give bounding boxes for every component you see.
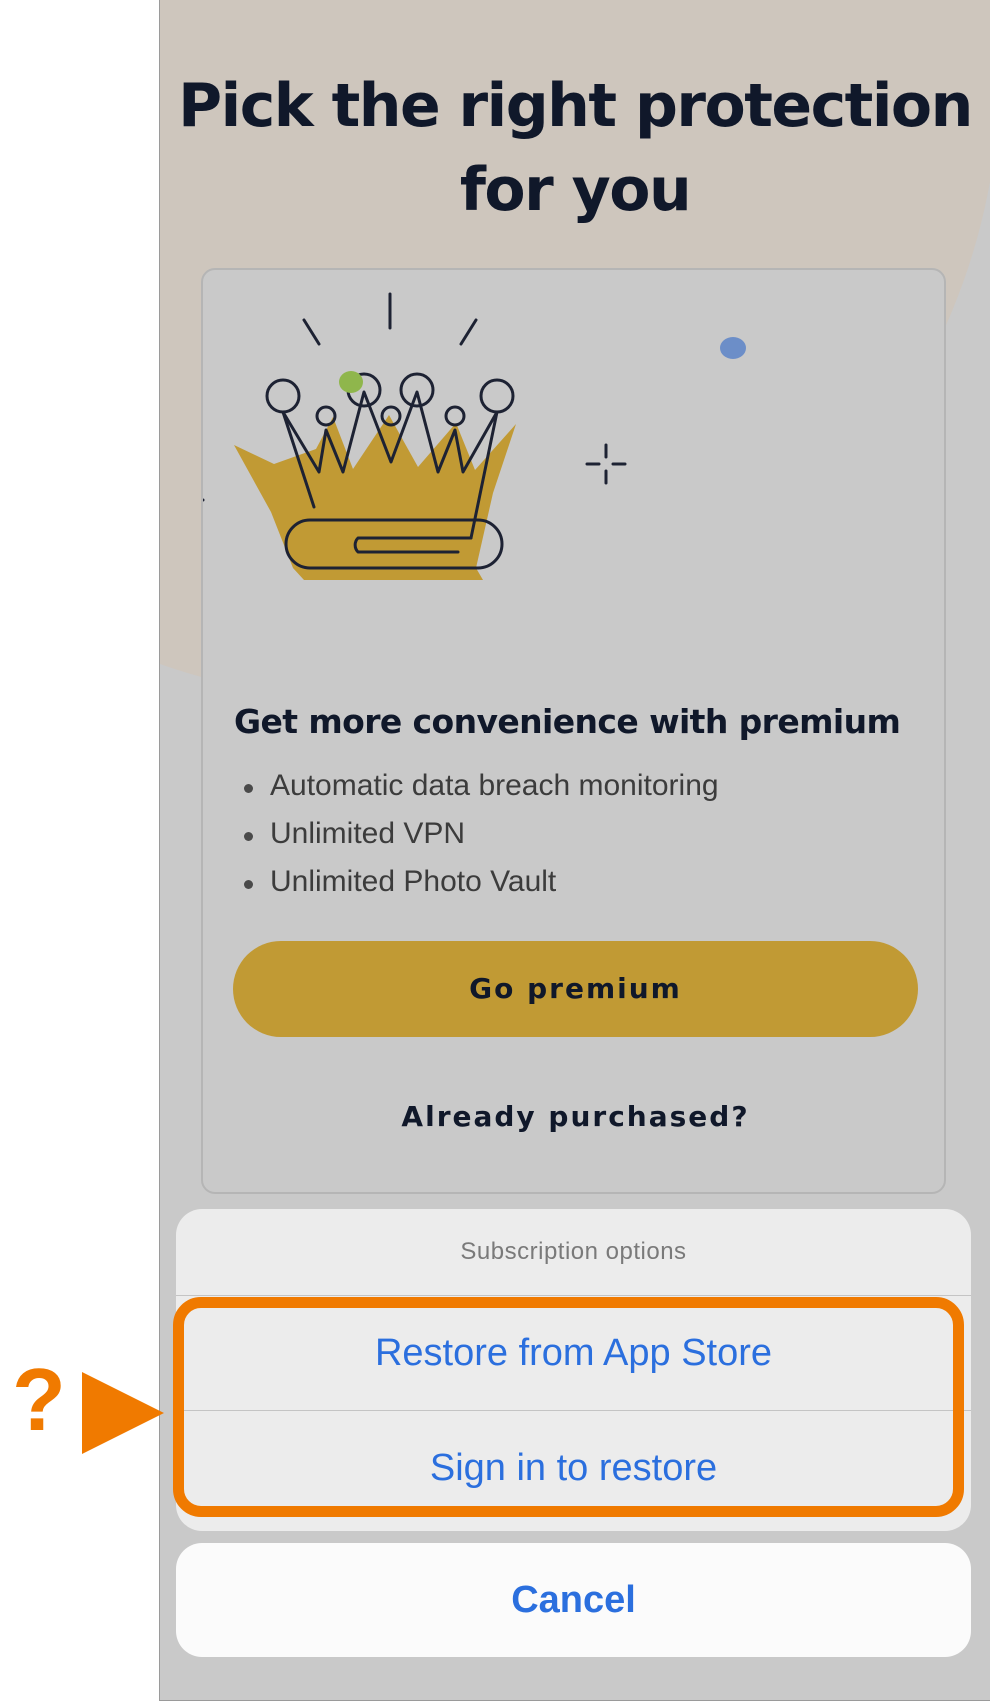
arrow-right-icon	[82, 1372, 164, 1454]
premium-card: Get more convenience with premium Automa…	[201, 268, 946, 1194]
page-title: Pick the right protection for you	[160, 64, 990, 232]
crown-icon	[203, 292, 746, 580]
page-title-line-1: Pick the right protection	[178, 71, 973, 141]
feature-item: Automatic data breach monitoring	[234, 762, 719, 810]
feature-item: Unlimited VPN	[234, 810, 719, 858]
go-premium-button[interactable]: Go premium	[233, 941, 918, 1037]
card-title: Get more convenience with premium	[234, 702, 901, 741]
cancel-button[interactable]: Cancel	[176, 1543, 971, 1657]
page-title-line-2: for you	[459, 155, 692, 225]
feature-item: Unlimited Photo Vault	[234, 858, 719, 906]
question-mark-icon: ?	[12, 1350, 66, 1449]
already-purchased-link[interactable]: Already purchased?	[203, 1100, 948, 1133]
highlight-box	[173, 1297, 964, 1517]
feature-list: Automatic data breach monitoring Unlimit…	[234, 762, 719, 906]
action-sheet-title: Subscription options	[176, 1209, 971, 1296]
